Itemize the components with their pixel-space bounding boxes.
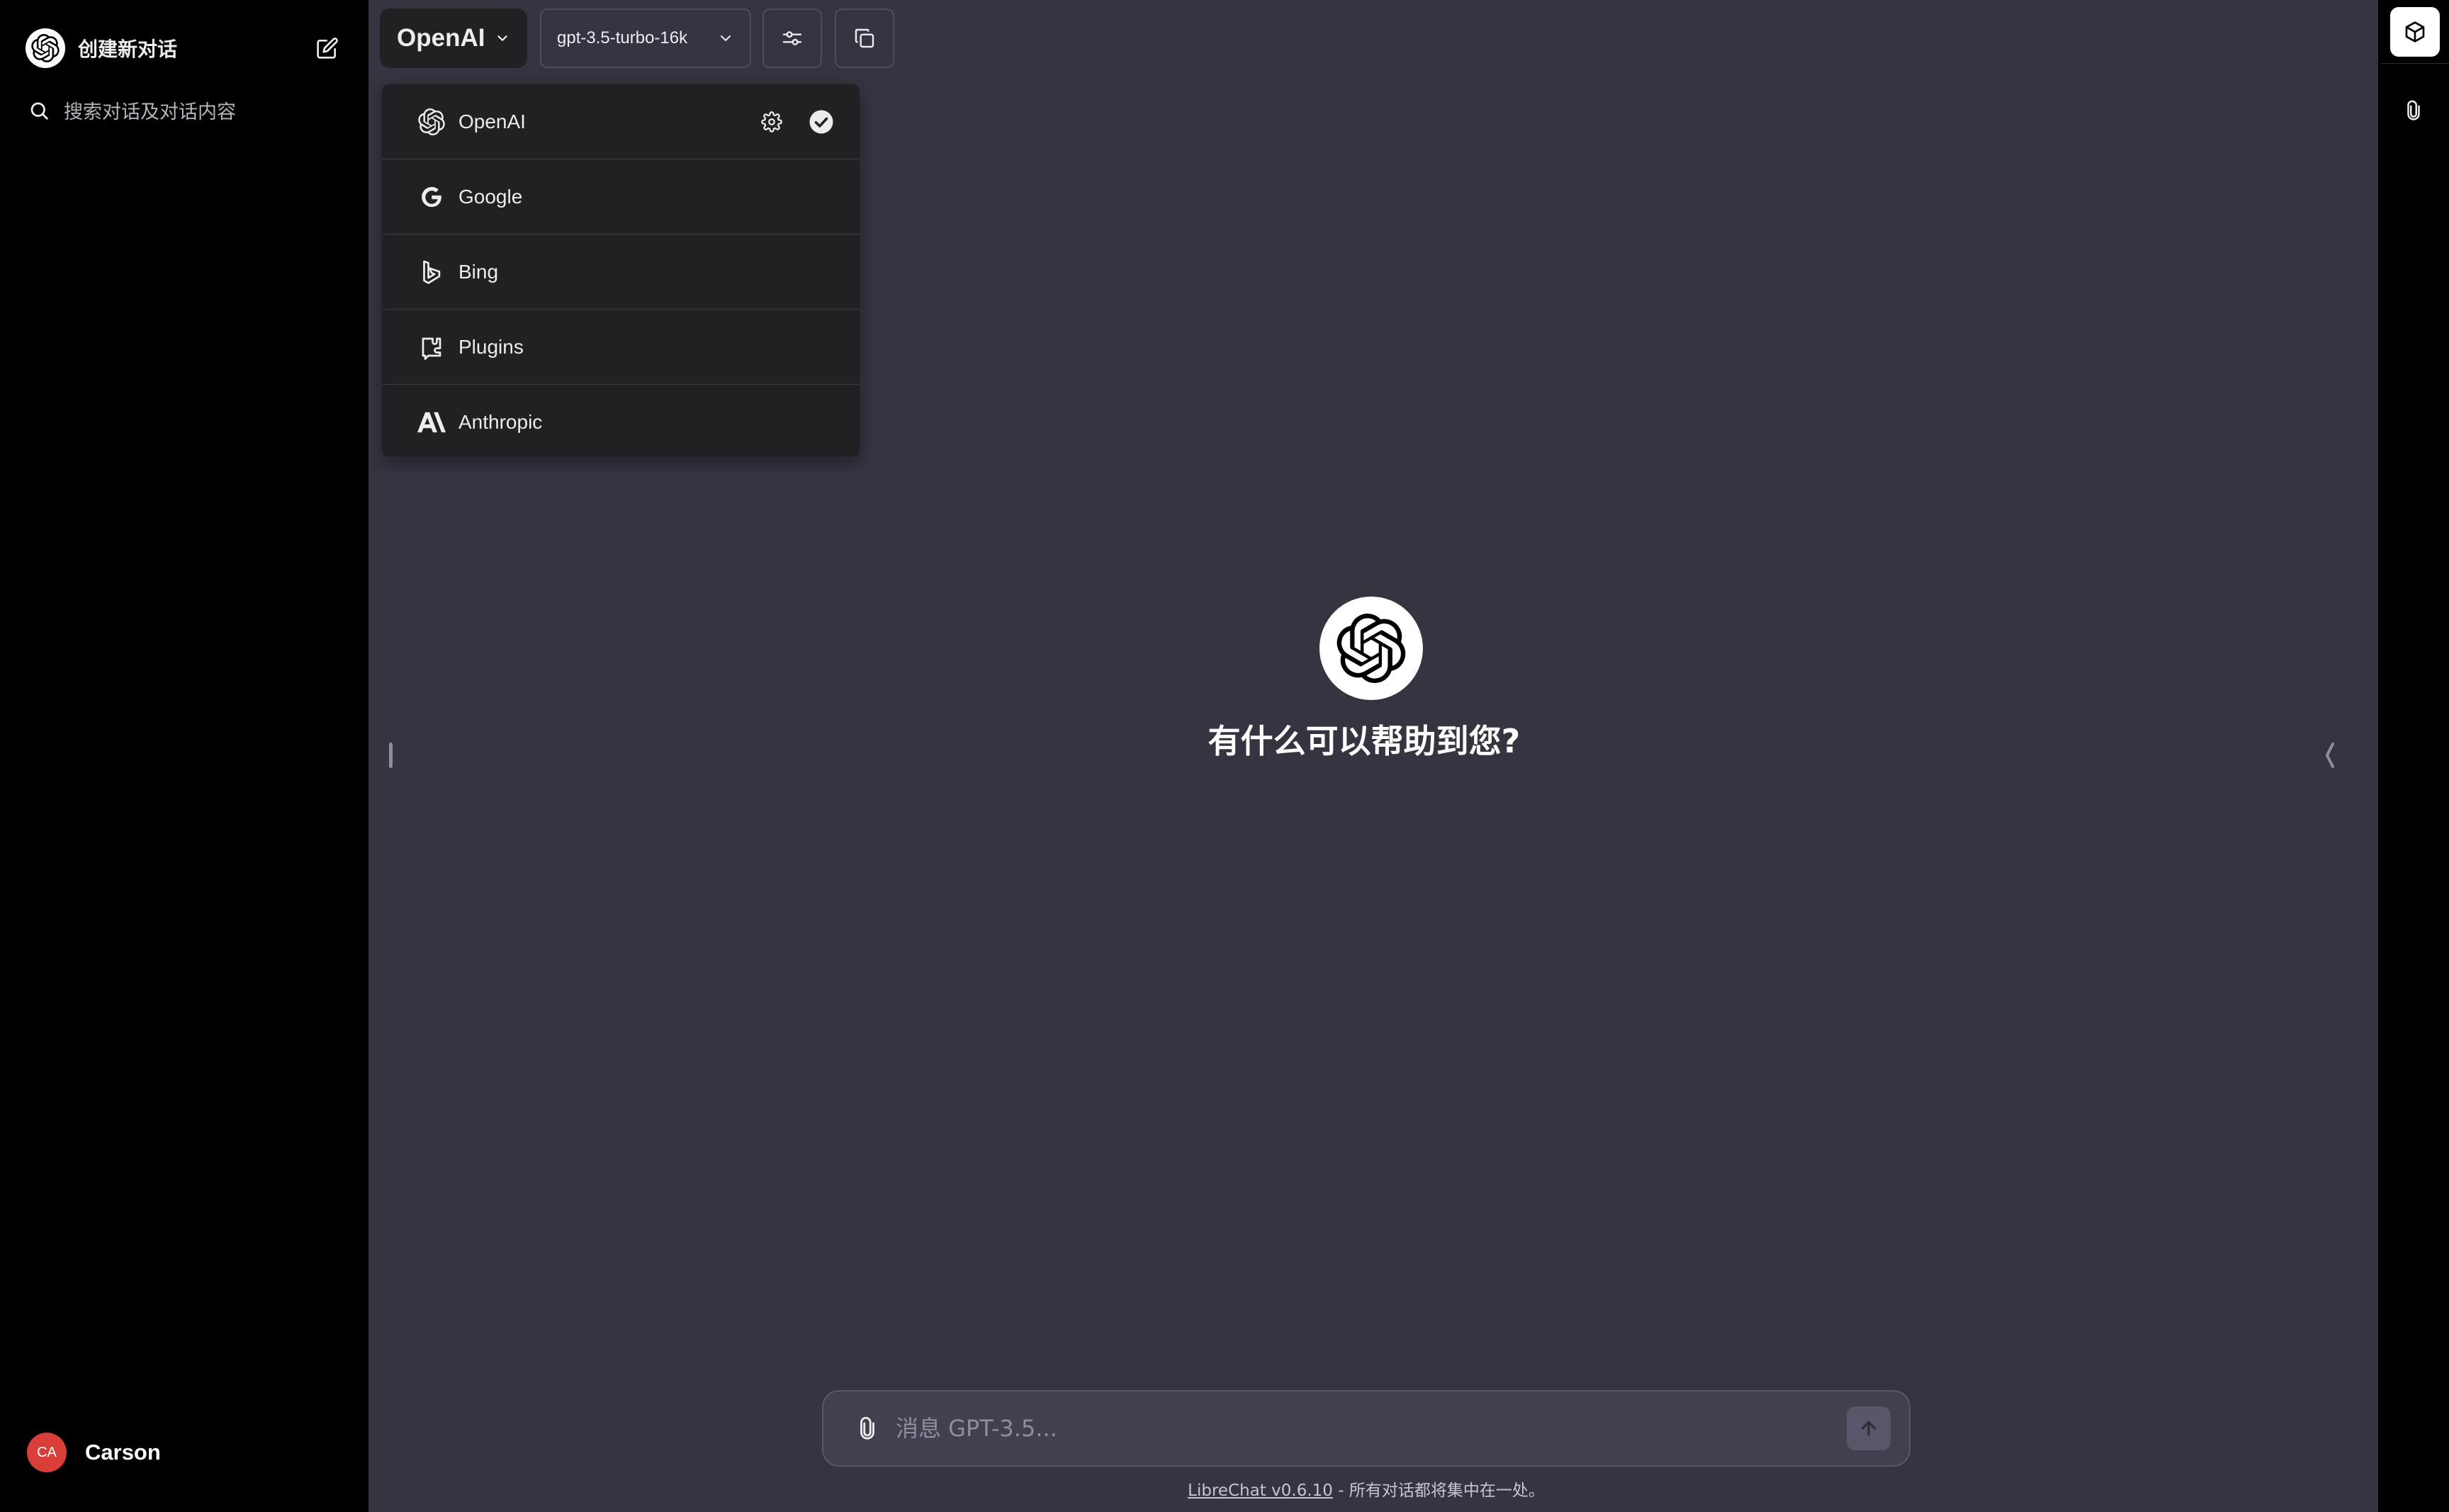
copy-icon <box>855 28 874 48</box>
message-composer <box>822 1390 1910 1467</box>
attachments-icon[interactable] <box>2399 96 2428 125</box>
bing-icon <box>417 258 446 286</box>
sidebar: 创建新对话 CA Carson <box>0 0 368 1512</box>
endpoint-selector-button[interactable]: OpenAI <box>380 9 527 68</box>
endpoint-item-label: OpenAI <box>458 110 526 132</box>
endpoint-item-openai[interactable]: OpenAI <box>382 84 860 159</box>
chevron-down-icon <box>497 35 508 41</box>
chevron-down-icon <box>721 35 731 41</box>
right-panel-header <box>2381 0 2449 64</box>
sliders-icon <box>782 31 802 45</box>
endpoint-item-label: Google <box>458 185 523 208</box>
right-panel <box>2378 0 2449 1512</box>
model-select[interactable]: gpt-3.5-turbo-16k <box>540 9 751 68</box>
new-chat-label: 创建新对话 <box>78 38 178 61</box>
endpoint-item-bing[interactable]: Bing <box>382 235 860 310</box>
footer-text: - 所有对话都将集中在一处。 <box>1332 1482 1545 1500</box>
search-icon <box>28 100 50 125</box>
librechat-link[interactable]: LibreChat v0.6.10 <box>1188 1482 1333 1500</box>
avatar: CA <box>27 1433 67 1472</box>
openai-logo-icon <box>1319 597 1423 700</box>
arrow-up-icon <box>1861 1421 1876 1436</box>
model-label: gpt-3.5-turbo-16k <box>557 28 688 47</box>
copy-preset-button[interactable] <box>835 9 894 68</box>
anthropic-icon <box>417 408 446 436</box>
endpoint-item-label: Bing <box>458 260 499 283</box>
app-root: 创建新对话 CA Carson OpenAI gpt-3.5-turbo-16k <box>0 0 2449 1512</box>
paperclip-icon[interactable] <box>848 1409 887 1448</box>
endpoint-item-label: Anthropic <box>458 411 543 433</box>
endpoint-item-label: Plugins <box>458 335 524 358</box>
send-button[interactable] <box>1847 1406 1891 1450</box>
check-circle-icon <box>807 108 835 136</box>
edit-icon[interactable] <box>312 33 343 64</box>
search-bar <box>28 96 340 128</box>
google-icon <box>417 183 446 211</box>
footer: LibreChat v0.6.10 - 所有对话都将集中在一处。 <box>822 1477 1910 1501</box>
cube-icon[interactable] <box>2390 6 2440 57</box>
endpoint-dropdown: OpenAI Google Bing Plugins Anthropic <box>381 84 860 458</box>
new-chat-button[interactable]: 创建新对话 <box>26 26 344 71</box>
right-panel-toggle[interactable] <box>2323 740 2337 771</box>
search-input[interactable] <box>64 101 333 123</box>
endpoint-item-plugins[interactable]: Plugins <box>382 310 860 385</box>
endpoint-item-anthropic[interactable]: Anthropic <box>382 385 860 457</box>
message-input[interactable] <box>896 1415 1847 1442</box>
plugins-icon <box>417 333 446 361</box>
endpoint-label: OpenAI <box>397 24 485 52</box>
chevron-left-icon <box>2325 743 2334 768</box>
openai-icon <box>417 108 446 136</box>
openai-logo-icon <box>26 28 65 68</box>
left-panel-toggle[interactable] <box>387 741 394 769</box>
settings-sliders-button[interactable] <box>762 9 822 68</box>
gear-icon[interactable] <box>758 108 786 136</box>
greeting-title: 有什么可以帮助到您? <box>1207 722 1521 760</box>
user-name: Carson <box>85 1440 161 1465</box>
user-menu-button[interactable]: CA Carson <box>27 1430 339 1475</box>
endpoint-item-google[interactable]: Google <box>382 159 860 235</box>
